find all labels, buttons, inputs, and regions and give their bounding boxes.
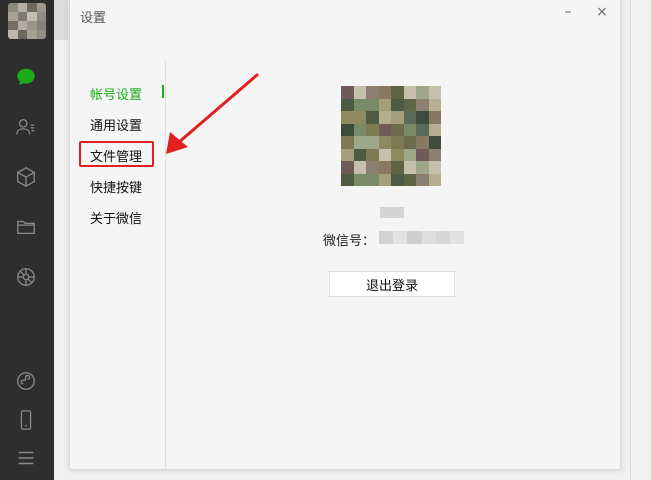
- chat-icon[interactable]: [14, 65, 38, 89]
- profile-picture: [341, 86, 441, 186]
- background-divider: [630, 0, 631, 480]
- background-window-edge: [54, 0, 68, 40]
- nickname-redacted: [380, 207, 404, 218]
- logout-button[interactable]: 退出登录: [329, 271, 455, 297]
- close-button[interactable]: ×: [594, 4, 610, 20]
- avatar[interactable]: [8, 3, 46, 39]
- minimize-button[interactable]: –: [560, 4, 576, 20]
- wxid-redacted: [379, 231, 465, 244]
- contacts-icon[interactable]: [14, 115, 38, 139]
- miniprogram-icon[interactable]: [14, 369, 38, 393]
- menu-item-account-settings[interactable]: 帐号设置: [90, 84, 142, 103]
- phone-icon[interactable]: [14, 408, 38, 432]
- menu-icon[interactable]: [14, 446, 38, 470]
- folder-icon[interactable]: [14, 215, 38, 239]
- menu-item-shortcuts[interactable]: 快捷按键: [90, 177, 142, 196]
- dialog-title: 设置: [80, 11, 107, 26]
- menu-item-general-settings[interactable]: 通用设置: [90, 115, 142, 134]
- wxid-label: 微信号：: [323, 234, 376, 249]
- cube-icon[interactable]: [14, 165, 38, 189]
- moments-icon[interactable]: [14, 265, 38, 289]
- menu-item-about[interactable]: 关于微信: [90, 208, 142, 227]
- app-sidebar: [0, 0, 54, 480]
- highlight-box: [79, 141, 154, 167]
- active-menu-indicator: [162, 85, 164, 98]
